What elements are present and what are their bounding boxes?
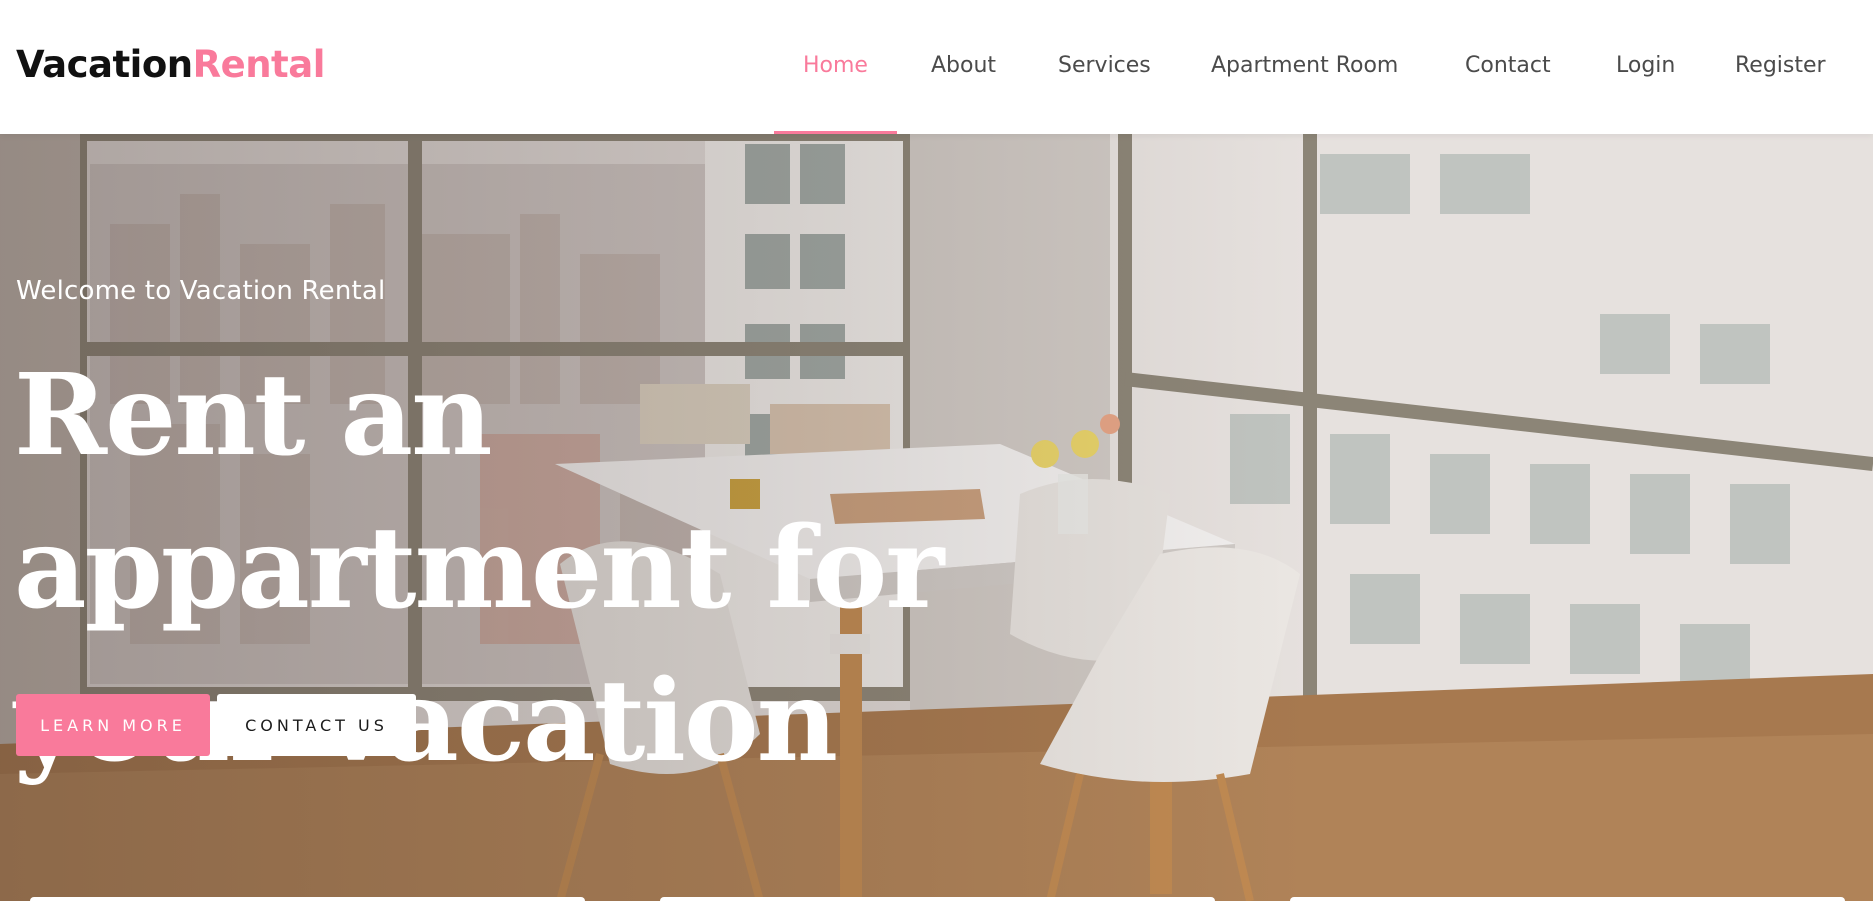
learn-more-button[interactable]: LEARN MORE xyxy=(16,694,210,756)
feature-card-top-3 xyxy=(1290,897,1845,901)
contact-us-button[interactable]: CONTACT US xyxy=(217,694,416,756)
nav-item-contact[interactable]: Contact xyxy=(1465,0,1551,134)
hero-section: Welcome to Vacation Rental Rent an appar… xyxy=(0,134,1873,901)
nav-item-home[interactable]: Home xyxy=(774,0,897,134)
nav-item-about[interactable]: About xyxy=(931,0,996,134)
hero-headline-line-2: appartment for xyxy=(14,503,944,634)
nav-item-login[interactable]: Login xyxy=(1616,0,1675,134)
hero-welcome-text: Welcome to Vacation Rental xyxy=(16,276,386,306)
hero-headline-line-1: Rent an xyxy=(14,350,493,481)
main-nav: Home About Services Apartment Room Conta… xyxy=(0,0,1873,134)
feature-card-top-1 xyxy=(30,897,585,901)
nav-item-services[interactable]: Services xyxy=(1058,0,1151,134)
feature-card-top-2 xyxy=(660,897,1215,901)
site-header: VacationRental Home About Services Apart… xyxy=(0,0,1873,134)
nav-item-register[interactable]: Register xyxy=(1735,0,1826,134)
nav-item-apartment-room[interactable]: Apartment Room xyxy=(1211,0,1398,134)
